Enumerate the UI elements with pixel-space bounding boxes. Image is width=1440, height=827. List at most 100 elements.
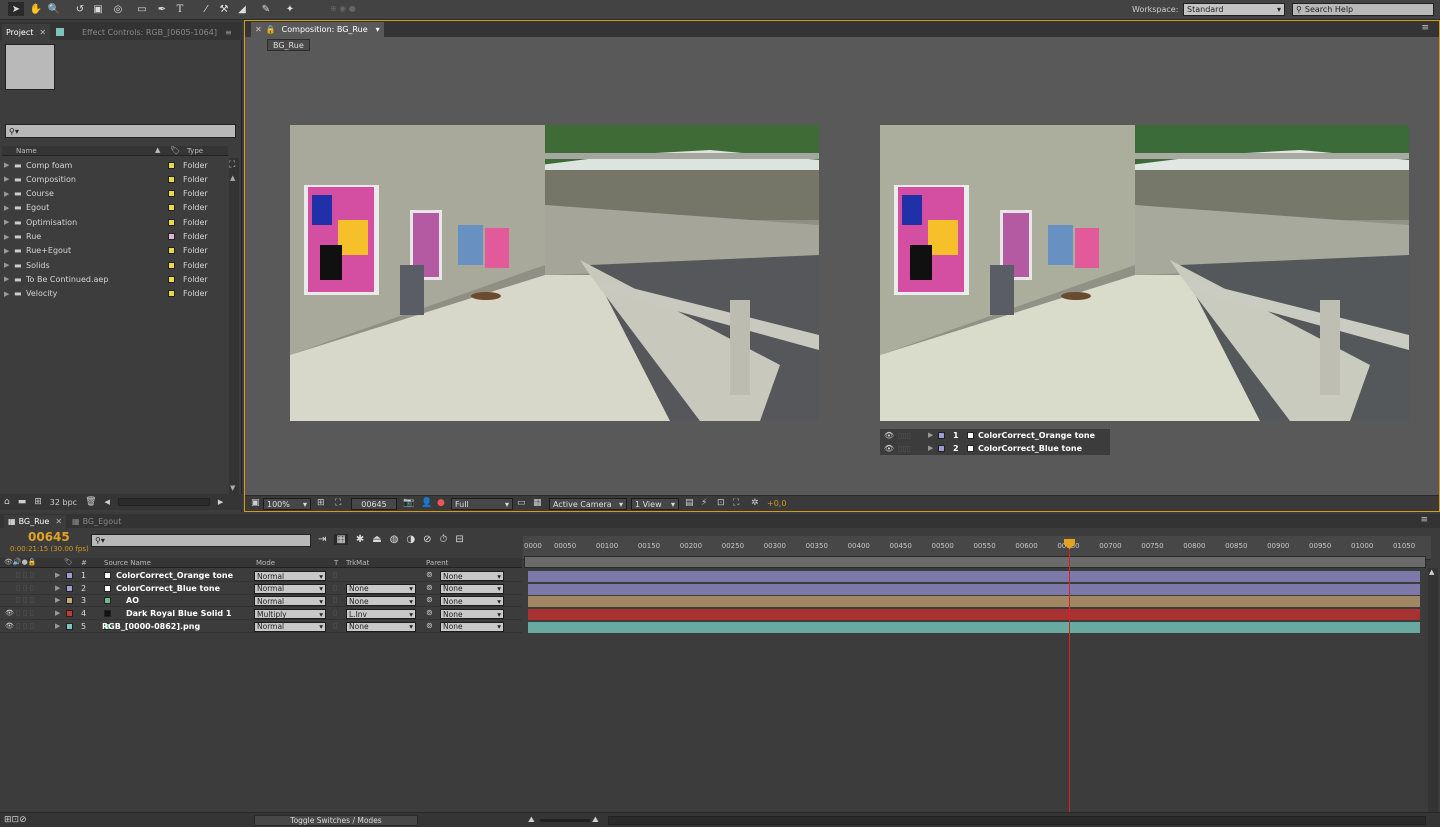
graph-editor-icon[interactable]: ⊘ [423,534,431,545]
expand-arrow-icon[interactable]: ▶ [55,584,60,592]
expand-arrow-icon[interactable]: ▶ [4,190,14,198]
eye-icon[interactable]: 👁 [880,431,898,440]
layer-duration-bar[interactable] [528,609,1420,621]
layer-row[interactable]: ▯ ▯ ▯ ▶ 1 ColorCorrect_Orange tone Normal ▾ ▯ ⊚… [0,570,522,582]
interpret-footage-icon[interactable]: ⌂ [4,497,10,507]
time-indicator[interactable] [1069,538,1070,812]
tab-bg-egout[interactable]: ▦ BG_Egout [68,515,125,528]
project-scrollbar[interactable]: ⛶ ▲ ▼ [229,158,239,494]
overlay-layer-row[interactable]: 👁 ▯▯▯ ▶ 2 ColorCorrect_Blue tone [880,442,1110,454]
expand-arrow-icon[interactable]: ▶ [4,204,14,212]
label-swatch[interactable] [168,247,175,255]
preserve-transparency-box[interactable]: ▯ [333,595,337,604]
project-item[interactable]: ▶ ▬ Composition Folder [4,172,228,186]
trkmat-dropdown[interactable]: None ▾ [346,596,416,607]
zoom-dropdown[interactable]: 100% ▾ [263,498,311,510]
expand-arrow-icon[interactable]: ▶ [55,571,60,579]
expand-arrow-icon[interactable]: ▶ [55,596,60,604]
layer-name[interactable]: RGB_[0000-0862].png [102,622,200,631]
live-update-icon[interactable]: ⊟ [455,534,463,545]
expand-arrow-icon[interactable]: ▶ [55,609,60,617]
expand-arrow-icon[interactable]: ▶ [4,161,14,169]
mode-dropdown[interactable]: Normal ▾ [254,571,326,581]
scroll-up-icon[interactable]: ▲ [230,174,235,182]
show-snapshot-icon[interactable]: 👤 [421,498,432,508]
expand-arrow-icon[interactable]: ▶ [928,444,938,452]
new-folder-icon[interactable]: ▬ [18,497,27,507]
label-swatch[interactable] [168,161,175,169]
pickwhip-icon[interactable]: ⊚ [426,583,433,592]
zoom-in-icon[interactable]: ⛰ [592,815,599,825]
project-item[interactable]: ▶ ▬ Solids Folder [4,258,228,272]
scroll-right-icon[interactable]: ▶ [218,498,223,506]
label-swatch[interactable] [168,275,175,283]
layer-switches-icon[interactable]: ⊞⊡⊘ [4,815,27,825]
motion-blur-icon[interactable]: ◍ [390,534,399,545]
always-preview-icon[interactable]: ▣ [251,498,260,508]
fast-previews-icon[interactable]: ⚡ [701,498,707,508]
expand-arrow-icon[interactable]: ▶ [4,290,14,298]
timeline-search-input[interactable]: ⚲▾ [91,534,311,547]
mode-dropdown[interactable]: Normal ▾ [254,621,326,632]
label-swatch[interactable] [168,261,175,269]
label-swatch[interactable] [168,204,175,212]
label-swatch[interactable] [168,233,175,240]
rotation-tool-icon[interactable]: ↺ [72,2,88,16]
scroll-left-icon[interactable]: ◀ [105,498,110,506]
layer-duration-bar[interactable] [528,583,1420,595]
eye-icon[interactable]: 👁 [880,444,898,453]
label-swatch[interactable] [66,572,73,579]
label-swatch[interactable] [168,175,175,183]
expand-arrow-icon[interactable]: ▶ [928,431,938,439]
layer-duration-bar[interactable] [528,571,1420,582]
layer-name[interactable]: AO [126,596,139,605]
h-scrollbar[interactable] [117,498,210,506]
mode-dropdown[interactable]: Normal ▾ [254,583,326,594]
close-icon[interactable]: ✕ [39,28,46,37]
column-source-name[interactable]: Source Name [104,559,151,567]
eye-icon[interactable]: 👁 [5,609,14,617]
expand-arrow-icon[interactable]: ▶ [4,247,14,255]
workspace-dropdown[interactable]: Standard ▾ [1183,3,1285,16]
eye-icon[interactable]: 👁 [5,622,14,630]
trkmat-dropdown[interactable]: None ▾ [346,621,416,632]
pickwhip-icon[interactable]: ⊚ [426,570,433,579]
preserve-transparency-box[interactable]: ▯ [333,621,337,630]
new-comp-icon[interactable]: ⊞ [34,497,42,507]
project-item[interactable]: ▶ ▬ Rue Folder [4,230,228,244]
rectangle-tool-icon[interactable]: ▭ [134,2,150,16]
view-layout-dropdown[interactable]: 1 View ▾ [631,498,679,510]
overlay-layer-row[interactable]: 👁 ▯▯▯ ▶ 1 ColorCorrect_Orange tone [880,429,1110,441]
label-swatch[interactable] [168,218,175,226]
layer-duration-bar[interactable] [528,596,1420,608]
reset-exposure-icon[interactable]: ✲ [751,498,759,508]
zoom-out-icon[interactable]: ⛰ [528,815,535,825]
label-swatch[interactable] [66,584,73,592]
lock-icon[interactable]: 🔒 [266,25,276,34]
audio-solo-lock-boxes[interactable]: ▯ ▯ ▯ [16,583,34,592]
type-tool-icon[interactable]: T [172,2,188,16]
parent-dropdown[interactable]: None ▾ [440,571,504,581]
preserve-transparency-box[interactable]: ▯ [333,570,337,579]
audio-solo-lock-boxes[interactable]: ▯ ▯ ▯ [16,570,34,579]
project-search-input[interactable]: ⚲▾ [5,124,236,138]
comp-breadcrumb[interactable]: BG_Rue [267,39,310,51]
column-type[interactable]: Type [187,147,203,155]
region-of-interest-icon[interactable]: ▭ [517,498,526,508]
layer-duration-bar[interactable] [528,621,1420,633]
channel-icon[interactable]: ● [437,498,445,508]
brainstorm-icon[interactable]: ◑ [406,534,415,545]
expand-arrow-icon[interactable]: ▶ [55,622,60,630]
pen-tool-icon[interactable]: ✒ [154,2,170,16]
exposure-value[interactable]: +0,0 [767,499,786,508]
puppet-tool-icon[interactable]: ✦ [282,2,298,16]
transparency-grid-icon[interactable]: ▦ [533,498,542,508]
project-item[interactable]: ▶ ▬ Rue+Egout Folder [4,244,228,258]
label-swatch[interactable] [66,610,73,618]
label-swatch[interactable] [66,622,73,630]
label-swatch[interactable] [168,290,175,298]
brush-tool-icon[interactable]: ⁄ [198,2,214,16]
work-area-bar[interactable] [524,556,1426,568]
layer-name[interactable]: ColorCorrect_Orange tone [116,571,233,580]
toggle-switches-modes-button[interactable]: Toggle Switches / Modes [254,815,418,826]
